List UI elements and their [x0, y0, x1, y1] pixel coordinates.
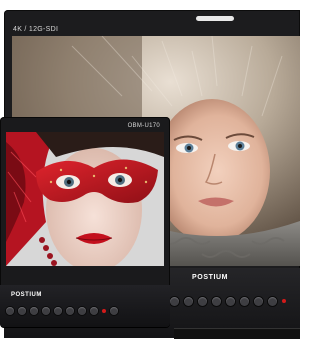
large-monitor-handle — [196, 16, 234, 21]
small-volume-knob[interactable] — [66, 307, 74, 315]
small-color-knob[interactable] — [54, 307, 62, 315]
small-screen-image — [6, 132, 164, 266]
large-power-knob[interactable] — [268, 296, 277, 306]
large-f1-knob[interactable] — [254, 296, 263, 306]
large-monitor-model-label: 4K / 12G-SDI — [13, 26, 59, 33]
large-menu-knob[interactable] — [184, 296, 193, 306]
small-monitor-control-panel — [6, 304, 118, 318]
large-monitor-control-panel — [170, 294, 286, 308]
small-bright-knob[interactable] — [30, 307, 38, 315]
small-monitor-model-label: OBM-U170 — [127, 123, 160, 129]
small-f2-knob[interactable] — [90, 307, 98, 315]
large-contrast-knob[interactable] — [212, 296, 221, 306]
small-f1-knob[interactable] — [78, 307, 86, 315]
small-input-knob[interactable] — [6, 307, 14, 315]
small-contrast-knob[interactable] — [42, 307, 50, 315]
large-input-knob[interactable] — [170, 296, 179, 306]
small-monitor-brand: POSTIUM — [11, 292, 42, 298]
large-power-led — [282, 299, 286, 303]
small-monitor-screen — [6, 132, 164, 266]
large-monitor-brand: POSTIUM — [192, 274, 229, 281]
large-color-knob[interactable] — [226, 296, 235, 306]
small-menu-knob[interactable] — [18, 307, 26, 315]
small-monitor: OBM-U170 POSTIUM — [0, 117, 170, 327]
large-monitor-stand — [174, 328, 300, 339]
large-bright-knob[interactable] — [198, 296, 207, 306]
large-monitor-top-bezel: 4K / 12G-SDI — [4, 10, 300, 36]
small-power-knob[interactable] — [110, 307, 118, 315]
small-power-led — [102, 309, 106, 313]
large-volume-knob[interactable] — [240, 296, 249, 306]
